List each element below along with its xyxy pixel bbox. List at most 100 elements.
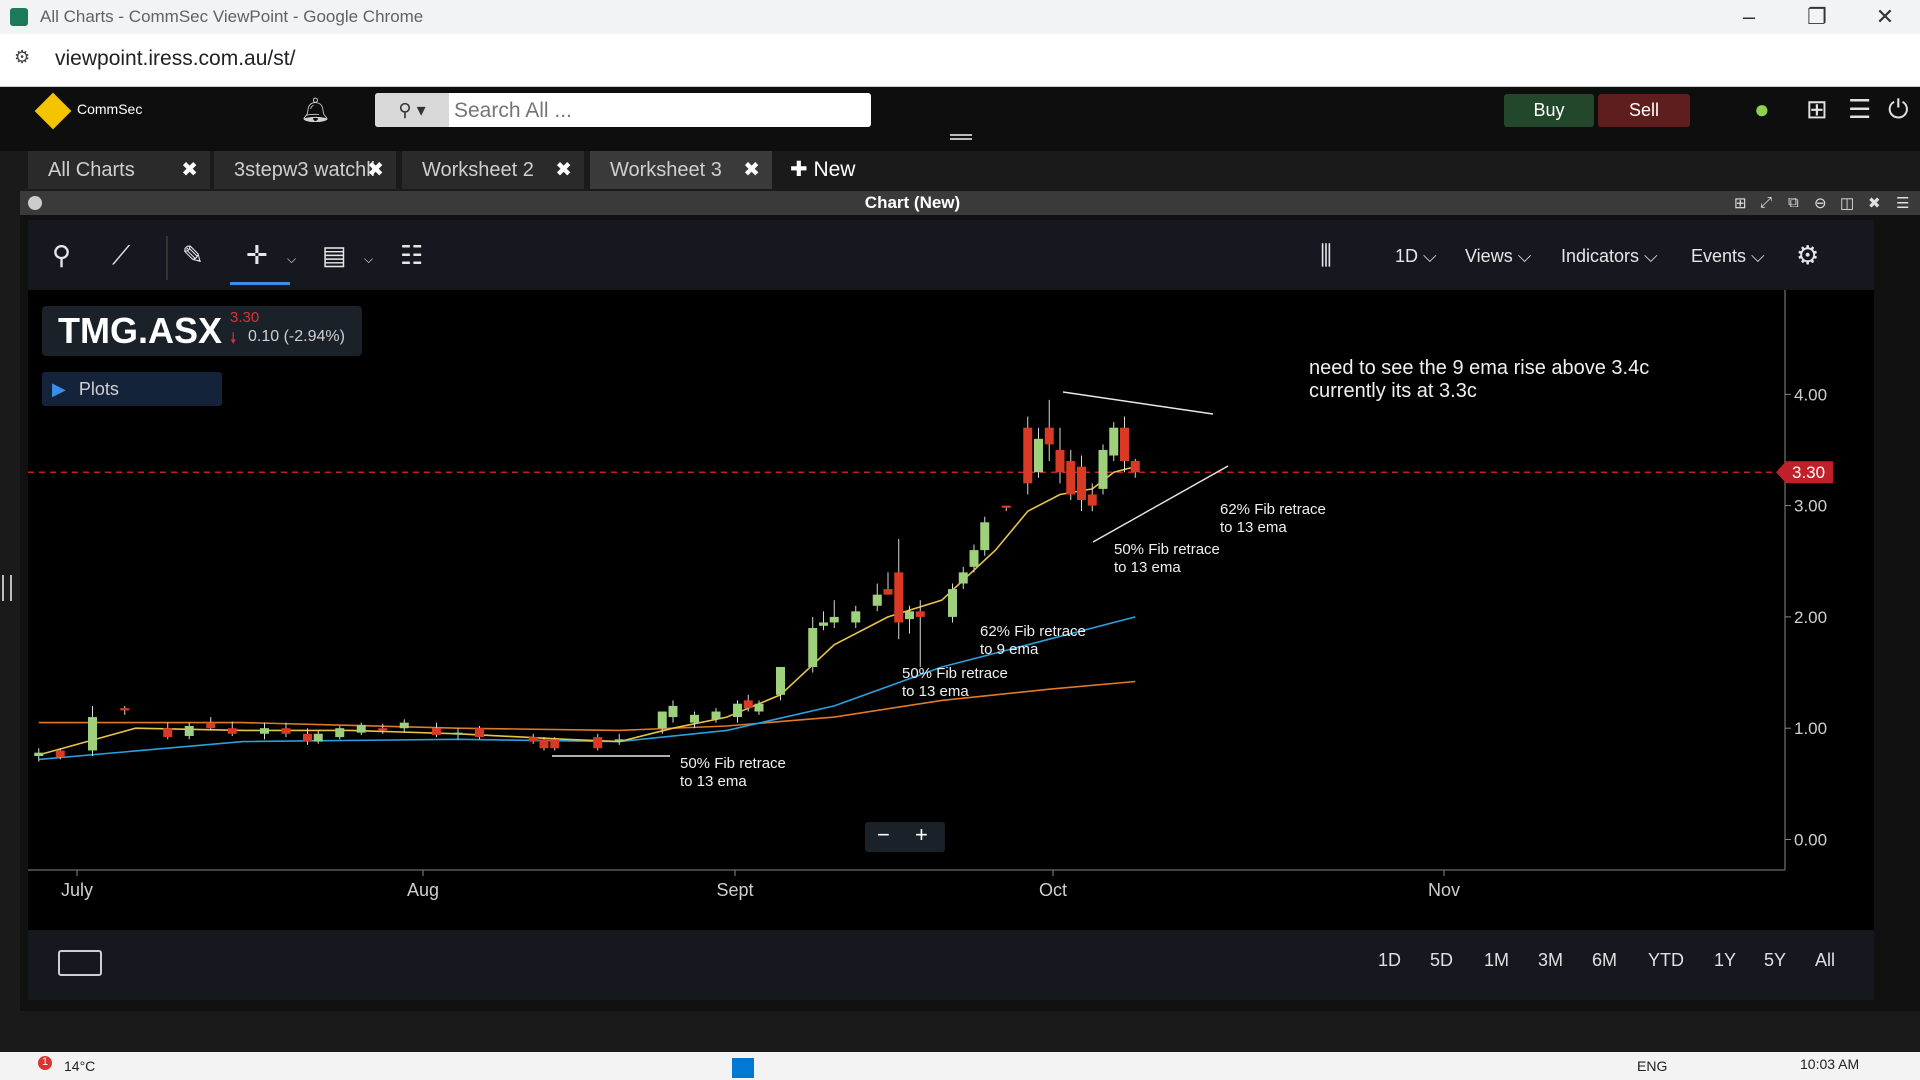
- popout-icon[interactable]: ⧉: [1788, 194, 1799, 211]
- search-icon: ⚲: [398, 100, 412, 120]
- tab-label: Worksheet 2: [422, 159, 534, 181]
- minimize-button[interactable]: –: [1715, 0, 1783, 34]
- site-settings-icon[interactable]: ⚙: [14, 47, 40, 73]
- expand-icon[interactable]: ⤢: [1760, 194, 1772, 211]
- search-input[interactable]: [452, 93, 871, 129]
- tab-worksheet-2[interactable]: Worksheet 2 ✖: [402, 151, 584, 189]
- app-favicon-icon: [10, 8, 28, 26]
- chevron-down-icon[interactable]: ⌵: [287, 252, 296, 267]
- split-icon[interactable]: ◫: [1840, 194, 1854, 212]
- sell-button[interactable]: Sell: [1598, 94, 1690, 127]
- search-dropdown-button[interactable]: ⚲ ▾: [375, 93, 449, 127]
- crosshair-icon[interactable]: ✛: [246, 240, 268, 271]
- candle-body: [453, 732, 463, 735]
- views-dropdown[interactable]: Views ⌵: [1465, 246, 1531, 267]
- range-button-6m[interactable]: 6M: [1592, 950, 1617, 971]
- plots-toggle[interactable]: ▶ Plots: [42, 372, 222, 406]
- close-window-button[interactable]: ✕: [1851, 0, 1919, 34]
- events-label: Events: [1691, 246, 1747, 266]
- range-button-5y[interactable]: 5Y: [1764, 950, 1786, 971]
- tab-all-charts[interactable]: All Charts ✖: [28, 151, 210, 189]
- windows-start-icon[interactable]: [732, 1058, 754, 1078]
- views-label: Views: [1465, 246, 1513, 266]
- candle-body: [690, 714, 699, 723]
- candle-body: [88, 717, 97, 751]
- minimize-panel-icon[interactable]: ⊖: [1814, 194, 1827, 212]
- ema9-line: [38, 465, 1136, 756]
- candle-body: [819, 622, 828, 626]
- candle-body: [303, 733, 312, 742]
- ema13-line: [38, 616, 1136, 761]
- candle-body: [1087, 494, 1097, 506]
- range-button-1d[interactable]: 1D: [1378, 950, 1401, 971]
- close-tab-icon[interactable]: ✖: [555, 151, 572, 189]
- close-tab-icon[interactable]: ✖: [743, 151, 760, 189]
- menu-icon[interactable]: ☰: [1848, 94, 1871, 125]
- candle-body: [980, 522, 990, 551]
- x-tick-label: July: [61, 880, 93, 900]
- candle-body: [733, 703, 742, 718]
- language-indicator[interactable]: ENG: [1637, 1058, 1667, 1074]
- power-icon[interactable]: ⏻: [1888, 94, 1909, 126]
- lightbulb-icon[interactable]: ●: [1754, 94, 1770, 125]
- close-panel-icon[interactable]: ✖: [1868, 194, 1881, 212]
- close-tab-icon[interactable]: ✖: [181, 151, 198, 189]
- candlestick-type-icon[interactable]: ⫼: [1320, 240, 1332, 272]
- candle-body: [829, 616, 839, 623]
- down-arrow-icon: 🠗: [230, 330, 237, 347]
- candle-body: [754, 703, 764, 712]
- chart-plot-area[interactable]: 4.00 3.00 2.00 1.00 0.00 July Aug Sept Oct Nov 3.3…: [28, 290, 1874, 930]
- tab-watchlist[interactable]: 3stepw3 watchli ✖: [214, 151, 396, 189]
- range-button-all[interactable]: All: [1815, 950, 1835, 971]
- plots-label: Plots: [78, 379, 119, 399]
- range-button-1m[interactable]: 1M: [1484, 950, 1509, 971]
- new-tab-button[interactable]: ✚ New: [790, 151, 855, 189]
- candle-body: [260, 728, 269, 734]
- price-chart[interactable]: 4.00 3.00 2.00 1.00 0.00 July Aug Sept Oct Nov 3.3…: [28, 290, 1874, 930]
- events-dropdown[interactable]: Events ⌵: [1691, 246, 1765, 267]
- chart-annotation: 50% Fib retrace: [902, 665, 1008, 682]
- candle-body: [1109, 427, 1119, 456]
- keyboard-icon[interactable]: [58, 950, 102, 976]
- candle-body: [1055, 449, 1065, 473]
- candle-body: [948, 589, 957, 617]
- chart-annotation: 50% Fib retrace: [1114, 541, 1220, 558]
- range-button-1y[interactable]: 1Y: [1714, 950, 1736, 971]
- close-tab-icon[interactable]: ✖: [367, 151, 384, 189]
- chevron-down-icon[interactable]: ⌵: [364, 252, 373, 267]
- zoom-out-button[interactable]: −: [877, 822, 890, 848]
- candle-body: [894, 572, 904, 623]
- pencil-icon[interactable]: ✎: [182, 240, 204, 271]
- interval-dropdown[interactable]: 1D ⌵: [1395, 246, 1437, 267]
- url-text[interactable]: viewpoint.iress.com.au/st/: [55, 47, 295, 71]
- chart-annotation: 62% Fib retrace: [1220, 501, 1326, 518]
- candle-body: [614, 739, 624, 742]
- x-tick-label: Sept: [716, 880, 753, 900]
- candle-body: [1098, 449, 1108, 489]
- side-resize-handle[interactable]: [2, 575, 12, 601]
- x-tick-label: Aug: [407, 880, 439, 900]
- settings-gear-icon[interactable]: ⚙: [1796, 240, 1819, 271]
- weather-alert-icon[interactable]: 1: [38, 1056, 52, 1070]
- zoom-search-icon[interactable]: ⚲: [52, 240, 71, 271]
- indicators-dropdown[interactable]: Indicators ⌵: [1561, 246, 1658, 267]
- buy-button[interactable]: Buy: [1504, 94, 1594, 127]
- panel-menu-icon[interactable]: ☰: [1896, 194, 1909, 212]
- drag-handle[interactable]: [950, 134, 972, 140]
- range-button-3m[interactable]: 3M: [1538, 950, 1563, 971]
- trend-line-icon[interactable]: ⟋: [112, 240, 130, 272]
- zoom-in-button[interactable]: +: [915, 822, 928, 848]
- restore-button[interactable]: ❐: [1783, 0, 1851, 34]
- add-panel-icon[interactable]: ⊞: [1734, 194, 1747, 212]
- news-icon[interactable]: ☷: [400, 240, 423, 271]
- range-button-5d[interactable]: 5D: [1430, 950, 1453, 971]
- add-icon[interactable]: ⊞: [1806, 94, 1828, 125]
- candle-body: [163, 728, 173, 738]
- bell-icon[interactable]: 🔔︎: [300, 96, 330, 125]
- range-button-ytd[interactable]: YTD: [1648, 950, 1684, 971]
- candle-body: [958, 572, 968, 584]
- clock[interactable]: 10:03 AM: [1800, 1056, 1859, 1072]
- comment-icon[interactable]: ▤: [322, 240, 347, 271]
- candle-body: [969, 550, 979, 567]
- tab-worksheet-3[interactable]: Worksheet 3 ✖: [590, 151, 772, 189]
